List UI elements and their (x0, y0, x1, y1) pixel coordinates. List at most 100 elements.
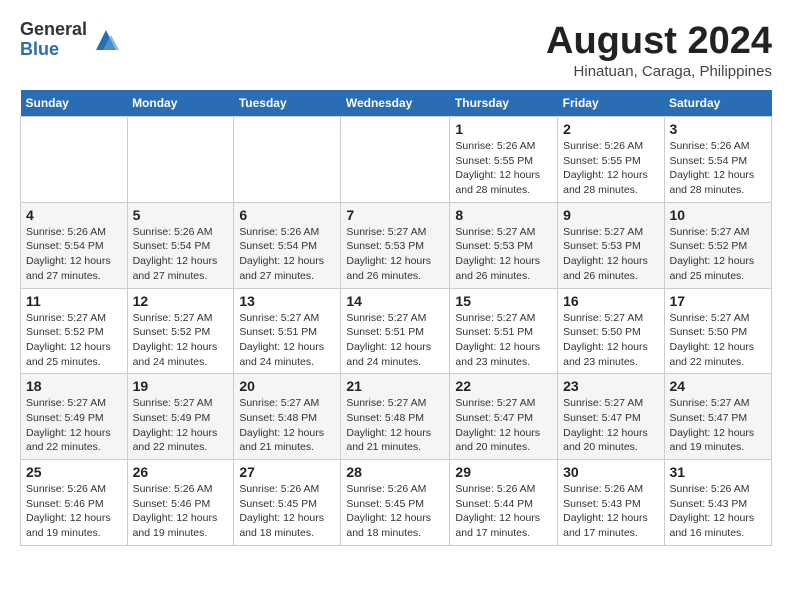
day-number: 12 (133, 293, 229, 309)
weekday-header-saturday: Saturday (664, 90, 772, 117)
day-number: 5 (133, 207, 229, 223)
day-detail: Sunrise: 5:27 AM Sunset: 5:53 PM Dayligh… (563, 225, 658, 284)
weekday-header-thursday: Thursday (450, 90, 558, 117)
calendar-cell (127, 117, 234, 203)
day-detail: Sunrise: 5:26 AM Sunset: 5:54 PM Dayligh… (239, 225, 335, 284)
day-detail: Sunrise: 5:27 AM Sunset: 5:52 PM Dayligh… (133, 311, 229, 370)
day-number: 17 (670, 293, 767, 309)
page-header: General Blue August 2024 Hinatuan, Carag… (20, 20, 772, 80)
day-detail: Sunrise: 5:26 AM Sunset: 5:55 PM Dayligh… (455, 139, 552, 198)
day-detail: Sunrise: 5:27 AM Sunset: 5:47 PM Dayligh… (670, 396, 767, 455)
calendar-cell: 2 Sunrise: 5:26 AM Sunset: 5:55 PM Daylig… (558, 117, 664, 203)
day-detail: Sunrise: 5:27 AM Sunset: 5:52 PM Dayligh… (26, 311, 122, 370)
day-detail: Sunrise: 5:27 AM Sunset: 5:51 PM Dayligh… (346, 311, 444, 370)
week-row-5: 25 Sunrise: 5:26 AM Sunset: 5:46 PM Dayli… (21, 460, 772, 546)
day-number: 26 (133, 464, 229, 480)
calendar-cell (234, 117, 341, 203)
calendar-cell: 31 Sunrise: 5:26 AM Sunset: 5:43 PM Dayli… (664, 460, 772, 546)
day-number: 25 (26, 464, 122, 480)
week-row-4: 18 Sunrise: 5:27 AM Sunset: 5:49 PM Dayli… (21, 374, 772, 460)
day-detail: Sunrise: 5:27 AM Sunset: 5:49 PM Dayligh… (133, 396, 229, 455)
calendar-cell: 28 Sunrise: 5:26 AM Sunset: 5:45 PM Dayli… (341, 460, 450, 546)
calendar-cell: 1 Sunrise: 5:26 AM Sunset: 5:55 PM Daylig… (450, 117, 558, 203)
day-detail: Sunrise: 5:26 AM Sunset: 5:46 PM Dayligh… (133, 482, 229, 541)
day-number: 3 (670, 121, 767, 137)
day-number: 23 (563, 378, 658, 394)
day-number: 6 (239, 207, 335, 223)
day-number: 30 (563, 464, 658, 480)
day-number: 11 (26, 293, 122, 309)
calendar-cell: 4Sunrise: 5:26 AM Sunset: 5:54 PM Daylig… (21, 202, 128, 288)
day-detail: Sunrise: 5:26 AM Sunset: 5:55 PM Dayligh… (563, 139, 658, 198)
day-number: 15 (455, 293, 552, 309)
calendar-cell: 27 Sunrise: 5:26 AM Sunset: 5:45 PM Dayli… (234, 460, 341, 546)
location-subtitle: Hinatuan, Caraga, Philippines (546, 63, 772, 80)
week-row-2: 4Sunrise: 5:26 AM Sunset: 5:54 PM Daylig… (21, 202, 772, 288)
day-detail: Sunrise: 5:27 AM Sunset: 5:49 PM Dayligh… (26, 396, 122, 455)
day-detail: Sunrise: 5:27 AM Sunset: 5:50 PM Dayligh… (670, 311, 767, 370)
day-detail: Sunrise: 5:26 AM Sunset: 5:45 PM Dayligh… (239, 482, 335, 541)
day-number: 29 (455, 464, 552, 480)
weekday-header-monday: Monday (127, 90, 234, 117)
day-number: 10 (670, 207, 767, 223)
calendar-cell: 8 Sunrise: 5:27 AM Sunset: 5:53 PM Daylig… (450, 202, 558, 288)
month-year-title: August 2024 (546, 20, 772, 63)
logo-blue-text: Blue (20, 40, 87, 60)
day-detail: Sunrise: 5:26 AM Sunset: 5:43 PM Dayligh… (670, 482, 767, 541)
day-detail: Sunrise: 5:27 AM Sunset: 5:47 PM Dayligh… (455, 396, 552, 455)
day-number: 19 (133, 378, 229, 394)
calendar-cell: 11 Sunrise: 5:27 AM Sunset: 5:52 PM Dayli… (21, 288, 128, 374)
calendar-cell: 19 Sunrise: 5:27 AM Sunset: 5:49 PM Dayli… (127, 374, 234, 460)
day-detail: Sunrise: 5:26 AM Sunset: 5:46 PM Dayligh… (26, 482, 122, 541)
day-detail: Sunrise: 5:27 AM Sunset: 5:48 PM Dayligh… (346, 396, 444, 455)
calendar-cell (21, 117, 128, 203)
logo-icon (91, 25, 121, 55)
calendar-cell: 5Sunrise: 5:26 AM Sunset: 5:54 PM Daylig… (127, 202, 234, 288)
calendar-cell: 15 Sunrise: 5:27 AM Sunset: 5:51 PM Dayli… (450, 288, 558, 374)
day-number: 27 (239, 464, 335, 480)
day-number: 22 (455, 378, 552, 394)
logo: General Blue (20, 20, 121, 60)
day-detail: Sunrise: 5:26 AM Sunset: 5:54 PM Dayligh… (670, 139, 767, 198)
calendar-cell: 16 Sunrise: 5:27 AM Sunset: 5:50 PM Dayli… (558, 288, 664, 374)
day-number: 24 (670, 378, 767, 394)
calendar-cell: 13Sunrise: 5:27 AM Sunset: 5:51 PM Dayli… (234, 288, 341, 374)
calendar-cell: 17 Sunrise: 5:27 AM Sunset: 5:50 PM Dayli… (664, 288, 772, 374)
calendar-cell: 23Sunrise: 5:27 AM Sunset: 5:47 PM Dayli… (558, 374, 664, 460)
calendar-cell: 29 Sunrise: 5:26 AM Sunset: 5:44 PM Dayli… (450, 460, 558, 546)
calendar-cell: 22 Sunrise: 5:27 AM Sunset: 5:47 PM Dayli… (450, 374, 558, 460)
calendar-cell: 24 Sunrise: 5:27 AM Sunset: 5:47 PM Dayli… (664, 374, 772, 460)
calendar-cell: 20Sunrise: 5:27 AM Sunset: 5:48 PM Dayli… (234, 374, 341, 460)
calendar-cell: 3 Sunrise: 5:26 AM Sunset: 5:54 PM Daylig… (664, 117, 772, 203)
calendar-cell: 12 Sunrise: 5:27 AM Sunset: 5:52 PM Dayli… (127, 288, 234, 374)
day-number: 7 (346, 207, 444, 223)
day-number: 2 (563, 121, 658, 137)
calendar-cell: 18 Sunrise: 5:27 AM Sunset: 5:49 PM Dayli… (21, 374, 128, 460)
weekday-header-row: SundayMondayTuesdayWednesdayThursdayFrid… (21, 90, 772, 117)
title-block: August 2024 Hinatuan, Caraga, Philippine… (546, 20, 772, 80)
day-detail: Sunrise: 5:27 AM Sunset: 5:52 PM Dayligh… (670, 225, 767, 284)
calendar-cell: 26 Sunrise: 5:26 AM Sunset: 5:46 PM Dayli… (127, 460, 234, 546)
day-detail: Sunrise: 5:27 AM Sunset: 5:51 PM Dayligh… (455, 311, 552, 370)
week-row-3: 11 Sunrise: 5:27 AM Sunset: 5:52 PM Dayli… (21, 288, 772, 374)
day-detail: Sunrise: 5:27 AM Sunset: 5:53 PM Dayligh… (346, 225, 444, 284)
calendar-cell: 21Sunrise: 5:27 AM Sunset: 5:48 PM Dayli… (341, 374, 450, 460)
weekday-header-wednesday: Wednesday (341, 90, 450, 117)
day-number: 1 (455, 121, 552, 137)
week-row-1: 1 Sunrise: 5:26 AM Sunset: 5:55 PM Daylig… (21, 117, 772, 203)
day-detail: Sunrise: 5:27 AM Sunset: 5:51 PM Dayligh… (239, 311, 335, 370)
day-detail: Sunrise: 5:26 AM Sunset: 5:43 PM Dayligh… (563, 482, 658, 541)
day-number: 16 (563, 293, 658, 309)
day-number: 8 (455, 207, 552, 223)
day-detail: Sunrise: 5:26 AM Sunset: 5:44 PM Dayligh… (455, 482, 552, 541)
calendar-cell (341, 117, 450, 203)
day-number: 14 (346, 293, 444, 309)
calendar-cell: 14 Sunrise: 5:27 AM Sunset: 5:51 PM Dayli… (341, 288, 450, 374)
day-number: 18 (26, 378, 122, 394)
weekday-header-tuesday: Tuesday (234, 90, 341, 117)
day-number: 31 (670, 464, 767, 480)
day-detail: Sunrise: 5:27 AM Sunset: 5:53 PM Dayligh… (455, 225, 552, 284)
day-detail: Sunrise: 5:26 AM Sunset: 5:45 PM Dayligh… (346, 482, 444, 541)
day-number: 28 (346, 464, 444, 480)
day-detail: Sunrise: 5:27 AM Sunset: 5:50 PM Dayligh… (563, 311, 658, 370)
